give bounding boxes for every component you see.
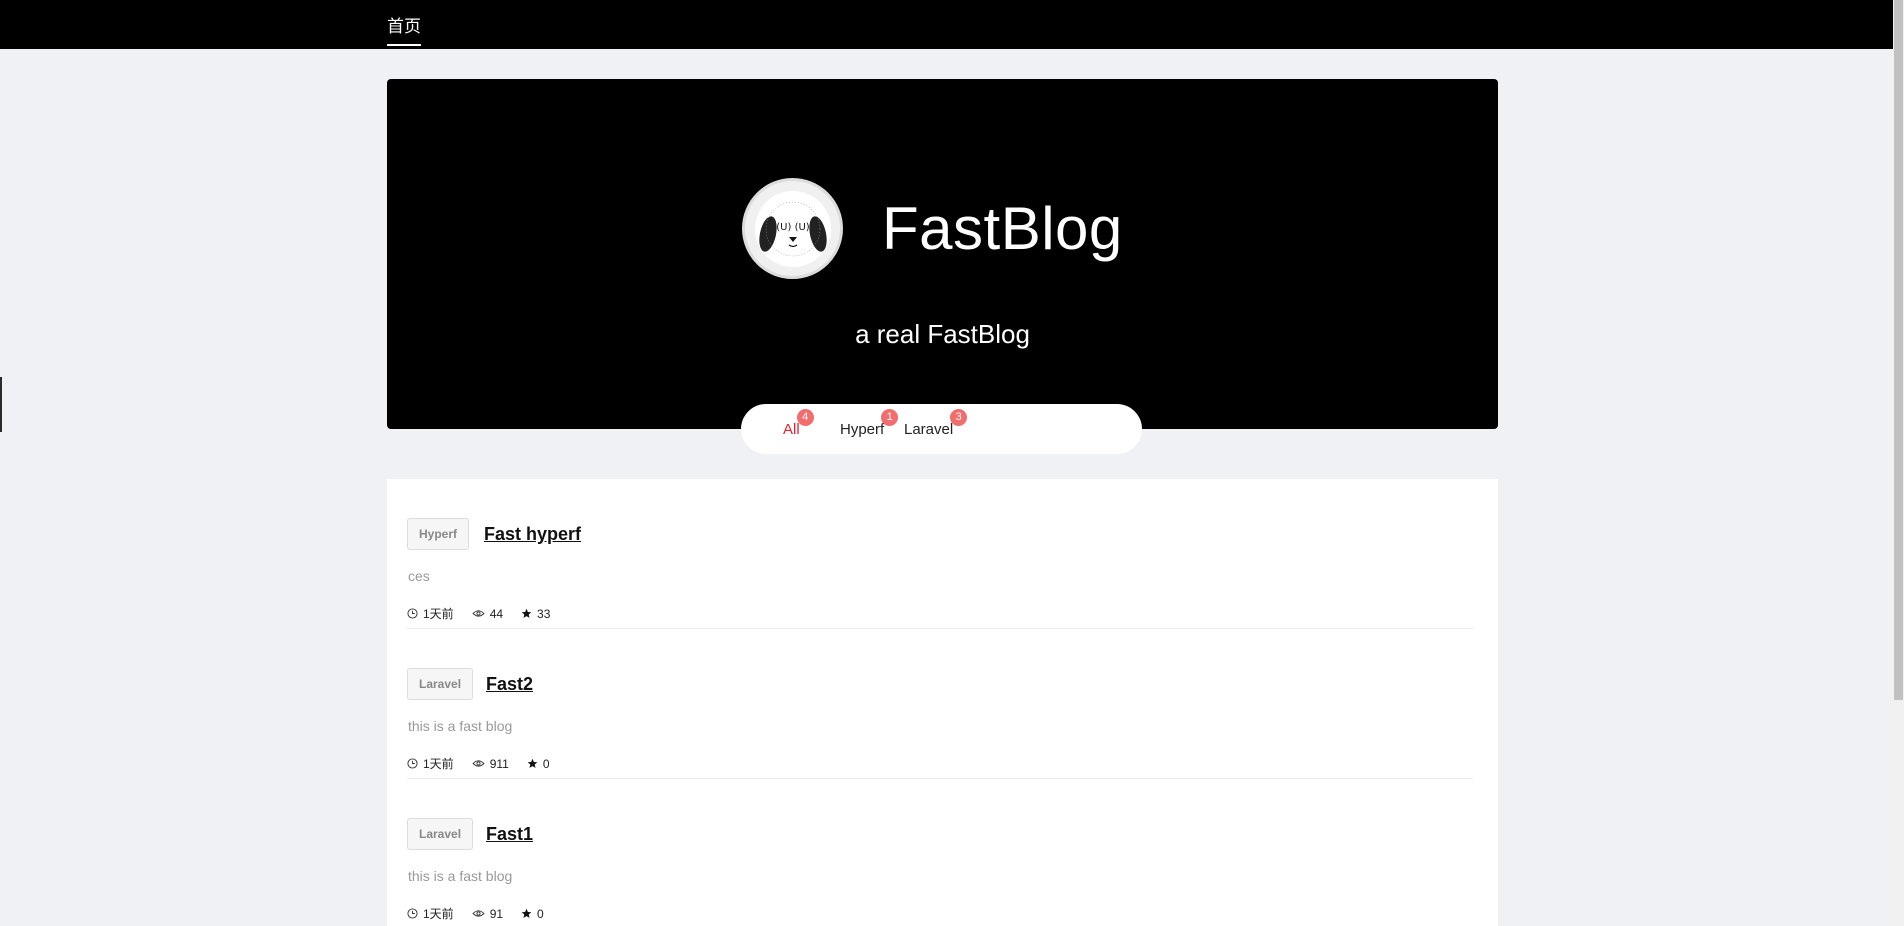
post-title-link[interactable]: Fast2: [486, 674, 533, 695]
post-stars-count: 0: [542, 756, 550, 771]
star-icon: [521, 608, 532, 618]
post-meta: 1天前 44 33: [407, 605, 568, 622]
category-filter-bar: All 4 Hyperf 1 Laravel 3: [741, 404, 1142, 454]
nav-home-link[interactable]: 首页: [387, 12, 421, 46]
category-count-badge: 4: [796, 409, 814, 426]
page-scrollbar[interactable]: [1893, 0, 1904, 926]
post-item: Laravel Fast1 this is a fast blog 1天前 91…: [407, 779, 1473, 926]
category-label: All: [783, 421, 800, 438]
post-views: 911: [472, 757, 509, 771]
post-stars-count: 0: [537, 906, 544, 921]
eye-icon: [472, 910, 485, 917]
category-count-badge: 1: [881, 409, 899, 426]
post-time-text: 1天前: [423, 907, 454, 921]
category-all[interactable]: All 4: [783, 409, 814, 438]
post-views-count: 44: [489, 606, 504, 621]
post-time-text: 1天前: [423, 607, 454, 621]
post-time: 1天前: [407, 905, 454, 922]
top-navbar: 首页: [0, 0, 1893, 49]
category-label: Hyperf: [840, 421, 885, 438]
svg-text:(U) (U): (U) (U): [776, 222, 810, 233]
post-excerpt: this is a fast blog: [408, 868, 513, 884]
post-title-link[interactable]: Fast hyperf: [484, 524, 581, 545]
hero-banner: (U) (U) FastBlog a real FastBlog: [387, 79, 1498, 429]
category-laravel[interactable]: Laravel 3: [904, 409, 968, 438]
left-edge-marker: [0, 377, 2, 432]
category-hyperf[interactable]: Hyperf 1: [840, 409, 899, 438]
scrollbar-thumb[interactable]: [1894, 0, 1903, 700]
post-list: Hyperf Fast hyperf ces 1天前 44 33 Laravel…: [387, 479, 1498, 926]
post-views-count: 91: [489, 906, 504, 921]
post-category-tag[interactable]: Laravel: [407, 818, 474, 850]
category-count-badge: 3: [950, 409, 968, 426]
clock-icon: [407, 608, 418, 619]
post-time: 1天前: [407, 605, 454, 622]
post-stars: 0: [521, 907, 544, 921]
post-title-link[interactable]: Fast1: [486, 824, 533, 845]
post-stars: 33: [521, 607, 550, 621]
eye-icon: [472, 760, 485, 767]
post-item: Hyperf Fast hyperf ces 1天前 44 33: [407, 479, 1473, 629]
post-item: Laravel Fast2 this is a fast blog 1天前 91…: [407, 629, 1473, 779]
post-excerpt: ces: [408, 568, 430, 584]
post-category-tag[interactable]: Hyperf: [407, 518, 470, 550]
post-meta: 1天前 911 0: [407, 755, 568, 772]
star-icon: [527, 758, 538, 768]
post-category-tag[interactable]: Laravel: [407, 668, 474, 700]
post-time: 1天前: [407, 755, 454, 772]
blog-avatar: (U) (U): [742, 178, 843, 279]
site-title: FastBlog: [882, 195, 1123, 262]
post-stars: 0: [527, 757, 550, 771]
post-views: 44: [472, 607, 503, 621]
post-time-text: 1天前: [423, 757, 454, 771]
category-label: Laravel: [904, 421, 954, 438]
clock-icon: [407, 908, 418, 919]
post-views: 91: [472, 907, 503, 921]
post-excerpt: this is a fast blog: [408, 718, 513, 734]
post-meta: 1天前 91 0: [407, 905, 562, 922]
clock-icon: [407, 758, 418, 769]
post-stars-count: 33: [537, 606, 551, 621]
dog-logo-icon: (U) (U): [754, 190, 831, 267]
star-icon: [521, 908, 532, 918]
post-views-count: 911: [489, 756, 509, 771]
site-subtitle: a real FastBlog: [855, 319, 1030, 349]
eye-icon: [472, 610, 485, 617]
